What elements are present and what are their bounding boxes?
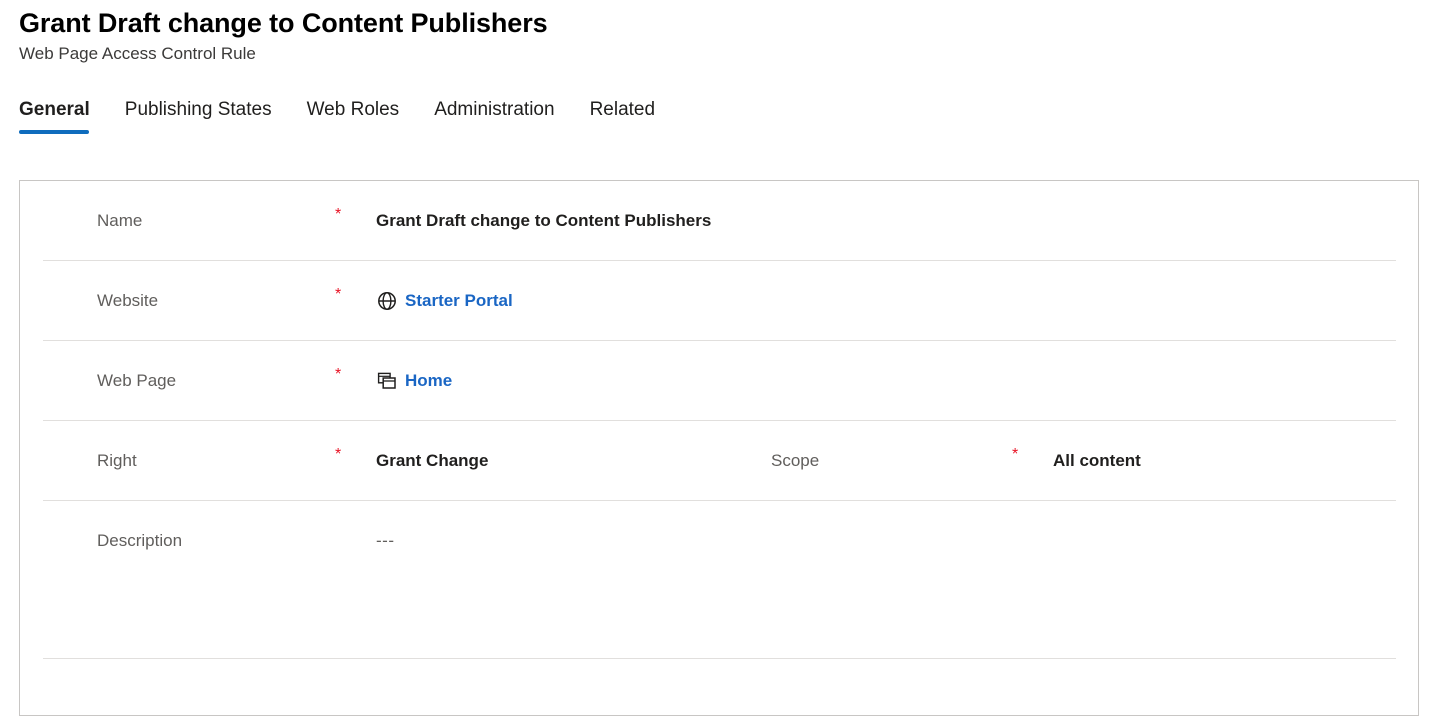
form-row-web-page: Web Page * Home <box>20 341 1418 421</box>
description-label: Description <box>97 531 183 550</box>
page-subtitle: Web Page Access Control Rule <box>19 44 256 63</box>
web-page-value[interactable]: Home <box>405 370 452 392</box>
tab-general[interactable]: General <box>19 97 90 134</box>
description-value-cell[interactable]: --- <box>376 501 394 552</box>
tab-administration-label: Administration <box>434 99 555 120</box>
name-label-cell: Name <box>97 181 142 232</box>
web-page-label: Web Page <box>97 371 177 390</box>
right-label: Right <box>97 451 137 470</box>
website-label-cell: Website <box>97 261 158 312</box>
web-page-required-asterisk: * <box>335 366 342 383</box>
globe-icon <box>376 290 398 312</box>
page-title: Grant Draft change to Content Publishers <box>19 8 548 38</box>
scope-label: Scope <box>771 451 820 470</box>
right-required-asterisk: * <box>335 446 342 463</box>
name-value: Grant Draft change to Content Publishers <box>376 211 712 230</box>
website-value[interactable]: Starter Portal <box>405 290 513 312</box>
name-label: Name <box>97 211 143 230</box>
web-page-value-cell[interactable]: Home <box>376 341 452 392</box>
name-required-cell: * <box>335 181 341 224</box>
description-value: --- <box>376 531 395 550</box>
form-card-footer-space <box>20 659 1418 711</box>
website-required-asterisk: * <box>335 286 342 303</box>
description-label-cell: Description <box>97 501 182 552</box>
right-required-cell: * <box>335 421 341 464</box>
form-row-description: Description --- <box>20 501 1418 659</box>
tab-administration[interactable]: Administration <box>434 97 554 134</box>
scope-value-cell[interactable]: All content <box>1053 421 1141 472</box>
tab-general-label: General <box>19 99 90 120</box>
tab-web-roles[interactable]: Web Roles <box>307 97 400 134</box>
form-row-website: Website * Starter Portal <box>20 261 1418 341</box>
tab-related[interactable]: Related <box>590 97 656 134</box>
right-value: Grant Change <box>376 451 489 470</box>
website-value-cell[interactable]: Starter Portal <box>376 261 513 312</box>
tab-web-roles-label: Web Roles <box>306 99 400 120</box>
name-value-cell[interactable]: Grant Draft change to Content Publishers <box>376 181 711 232</box>
right-value-cell[interactable]: Grant Change <box>376 421 488 472</box>
right-label-cell: Right <box>97 421 137 472</box>
scope-required-cell: * <box>1012 421 1018 464</box>
scope-label-cell: Scope <box>771 421 819 472</box>
web-page-required-cell: * <box>335 341 341 384</box>
web-page-icon <box>376 370 398 392</box>
form-row-name: Name * Grant Draft change to Content Pub… <box>20 181 1418 261</box>
tab-publishing-states[interactable]: Publishing States <box>125 97 272 134</box>
website-required-cell: * <box>335 261 341 304</box>
scope-required-asterisk: * <box>1012 446 1019 463</box>
website-label: Website <box>97 291 159 310</box>
general-tab-form-card: Name * Grant Draft change to Content Pub… <box>19 180 1419 716</box>
tab-strip: General Publishing States Web Roles Admi… <box>0 90 1439 134</box>
scope-value: All content <box>1053 451 1141 470</box>
tab-publishing-states-label: Publishing States <box>124 99 272 120</box>
name-required-asterisk: * <box>335 206 342 223</box>
web-page-label-cell: Web Page <box>97 341 176 392</box>
page-header: Grant Draft change to Content Publishers… <box>0 0 1439 66</box>
tab-related-label: Related <box>589 99 656 120</box>
form-row-right-scope: Right * Grant Change Scope * All content <box>20 421 1418 501</box>
